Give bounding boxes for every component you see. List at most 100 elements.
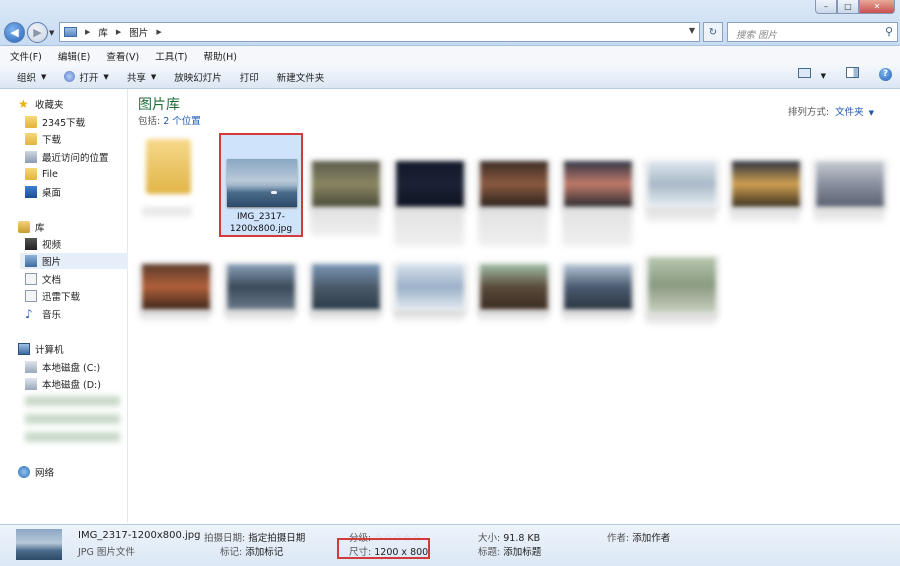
menu-edit[interactable]: 编辑(E): [58, 49, 90, 63]
nav-item-videos[interactable]: 视频: [25, 236, 61, 252]
refresh-button[interactable]: ↻: [703, 22, 723, 42]
open-button[interactable]: 打开 ▼: [64, 70, 109, 84]
view-controls: ▼ ?: [778, 67, 892, 81]
arrange-by-dropdown[interactable]: 文件夹 ▼: [835, 107, 874, 118]
back-button[interactable]: ◀: [4, 22, 25, 43]
image-thumbnail[interactable]: [310, 262, 382, 312]
menu-view[interactable]: 查看(V): [106, 49, 139, 63]
recent-pages-dropdown[interactable]: ▼: [49, 29, 54, 37]
image-thumbnail[interactable]: [310, 159, 382, 209]
address-dropdown-icon[interactable]: ▼: [689, 26, 695, 35]
nav-item-file[interactable]: File: [25, 166, 58, 182]
share-label: 共享: [126, 72, 146, 84]
folder-item[interactable]: [146, 139, 191, 194]
library-includes: 包括: 2 个位置: [138, 113, 201, 127]
chevron-down-icon: ▼: [868, 109, 874, 117]
nav-computer[interactable]: 计算机: [18, 341, 64, 357]
help-icon: ?: [879, 67, 892, 81]
menu-help[interactable]: 帮助(H): [203, 49, 237, 63]
image-thumbnail[interactable]: [225, 262, 297, 312]
image-thumbnail[interactable]: [646, 159, 718, 209]
tags-value[interactable]: 添加标记: [245, 547, 283, 558]
nav-item-xunlei-downloads[interactable]: 迅雷下载: [25, 288, 80, 304]
search-input[interactable]: 搜索 图片 ⚲: [727, 22, 898, 42]
nav-item-drive-d[interactable]: 本地磁盘 (D:): [25, 376, 101, 392]
details-pane: IMG_2317-1200x800.jpg JPG 图片文件 拍摄日期: 指定拍…: [0, 524, 900, 566]
file-caption-blurred: [478, 210, 548, 246]
image-thumbnail[interactable]: [140, 262, 212, 312]
arrange-by: 排列方式: 文件夹 ▼: [788, 104, 874, 118]
slideshow-label: 放映幻灯片: [174, 72, 222, 84]
image-thumbnail[interactable]: [478, 159, 550, 209]
nav-item-label: File: [42, 168, 58, 180]
nav-item-recent-places[interactable]: 最近访问的位置: [25, 149, 109, 165]
nav-item-pictures[interactable]: 图片: [20, 253, 129, 269]
nav-item-drive-c[interactable]: 本地磁盘 (C:): [25, 359, 100, 375]
breadcrumb-separator-icon[interactable]: ▶: [116, 28, 121, 36]
file-caption-blurred: [730, 210, 800, 222]
nav-item-desktop[interactable]: 桌面: [25, 184, 61, 200]
share-button[interactable]: 共享 ▼: [127, 70, 156, 84]
breadcrumb-separator-icon[interactable]: ▶: [85, 28, 90, 36]
close-button[interactable]: ✕: [859, 0, 895, 14]
selected-file-item[interactable]: IMG_2317-1200x800.jpg: [219, 133, 303, 237]
nav-item-music[interactable]: ♪ 音乐: [25, 306, 61, 322]
drive-icon: [25, 378, 37, 390]
nav-item-documents[interactable]: 文档: [25, 271, 61, 287]
minimize-button[interactable]: –: [815, 0, 837, 14]
search-icon[interactable]: ⚲: [885, 25, 893, 38]
organize-label: 组织: [17, 72, 37, 84]
breadcrumb-libraries[interactable]: 库: [98, 25, 108, 39]
author-value[interactable]: 添加作者: [632, 533, 670, 544]
nav-item-blurred[interactable]: [25, 414, 120, 424]
forward-button[interactable]: ▶: [27, 22, 48, 43]
image-thumbnail[interactable]: [562, 159, 634, 209]
nav-item-2345-downloads[interactable]: 2345下载: [25, 114, 85, 130]
title-value[interactable]: 添加标题: [503, 547, 541, 558]
slideshow-button[interactable]: 放映幻灯片: [174, 70, 222, 84]
file-caption-blurred: [225, 311, 295, 321]
image-thumbnail[interactable]: [814, 159, 886, 209]
date-taken-value[interactable]: 指定拍摄日期: [248, 533, 305, 544]
file-caption-blurred: [310, 311, 380, 321]
image-thumbnail[interactable]: [394, 159, 466, 209]
dimensions-highlight-box: [337, 538, 430, 559]
size-value: 91.8 KB: [503, 533, 541, 544]
change-view-button[interactable]: ▼: [788, 67, 826, 81]
nav-item-label: 音乐: [42, 310, 62, 321]
date-taken-row: 拍摄日期: 指定拍摄日期: [204, 530, 305, 544]
organize-button[interactable]: 组织 ▼: [17, 70, 46, 84]
preview-pane-button[interactable]: [836, 67, 859, 81]
print-button[interactable]: 打印: [240, 70, 259, 84]
nav-item-downloads[interactable]: 下载: [25, 131, 61, 147]
nav-item-label: 下载: [42, 135, 62, 146]
address-field[interactable]: ▶ 库 ▶ 图片 ▶ ▼: [59, 22, 700, 42]
arrange-value: 文件夹: [835, 107, 864, 118]
nav-network[interactable]: 网络: [18, 464, 54, 480]
file-caption-blurred: [562, 311, 632, 321]
nav-item-blurred[interactable]: [25, 396, 120, 406]
nav-libraries[interactable]: 库: [18, 219, 45, 235]
new-folder-button[interactable]: 新建文件夹: [277, 70, 325, 84]
nav-item-blurred[interactable]: [25, 432, 120, 442]
command-bar: 组织 ▼ 打开 ▼ 共享 ▼ 放映幻灯片 打印 新建文件夹: [0, 65, 900, 89]
address-bar-area: – □ ✕ ◀ ▶ ▼ ▶ 库 ▶ 图片 ▶ ▼ ↻ 搜索 图片 ⚲: [0, 0, 900, 46]
locations-link[interactable]: 2 个位置: [163, 116, 201, 127]
preview-pane-icon: [846, 67, 859, 78]
image-thumbnail[interactable]: [562, 262, 634, 312]
image-thumbnail[interactable]: [478, 262, 550, 312]
menu-file[interactable]: 文件(F): [10, 49, 42, 63]
image-thumbnail[interactable]: [730, 159, 802, 209]
image-thumbnail[interactable]: [394, 262, 466, 312]
image-thumbnail[interactable]: [646, 255, 718, 315]
breadcrumb-separator-icon[interactable]: ▶: [156, 28, 161, 36]
drive-icon: [25, 361, 37, 373]
download-folder-icon: [25, 290, 37, 302]
file-caption-blurred: [394, 210, 464, 246]
maximize-button[interactable]: □: [837, 0, 859, 14]
help-button[interactable]: ?: [869, 67, 892, 81]
nav-item-label: 本地磁盘 (D:): [42, 380, 101, 391]
menu-tools[interactable]: 工具(T): [155, 49, 187, 63]
breadcrumb-pictures[interactable]: 图片: [129, 25, 148, 39]
nav-favorites[interactable]: ★ 收藏夹: [18, 96, 64, 112]
